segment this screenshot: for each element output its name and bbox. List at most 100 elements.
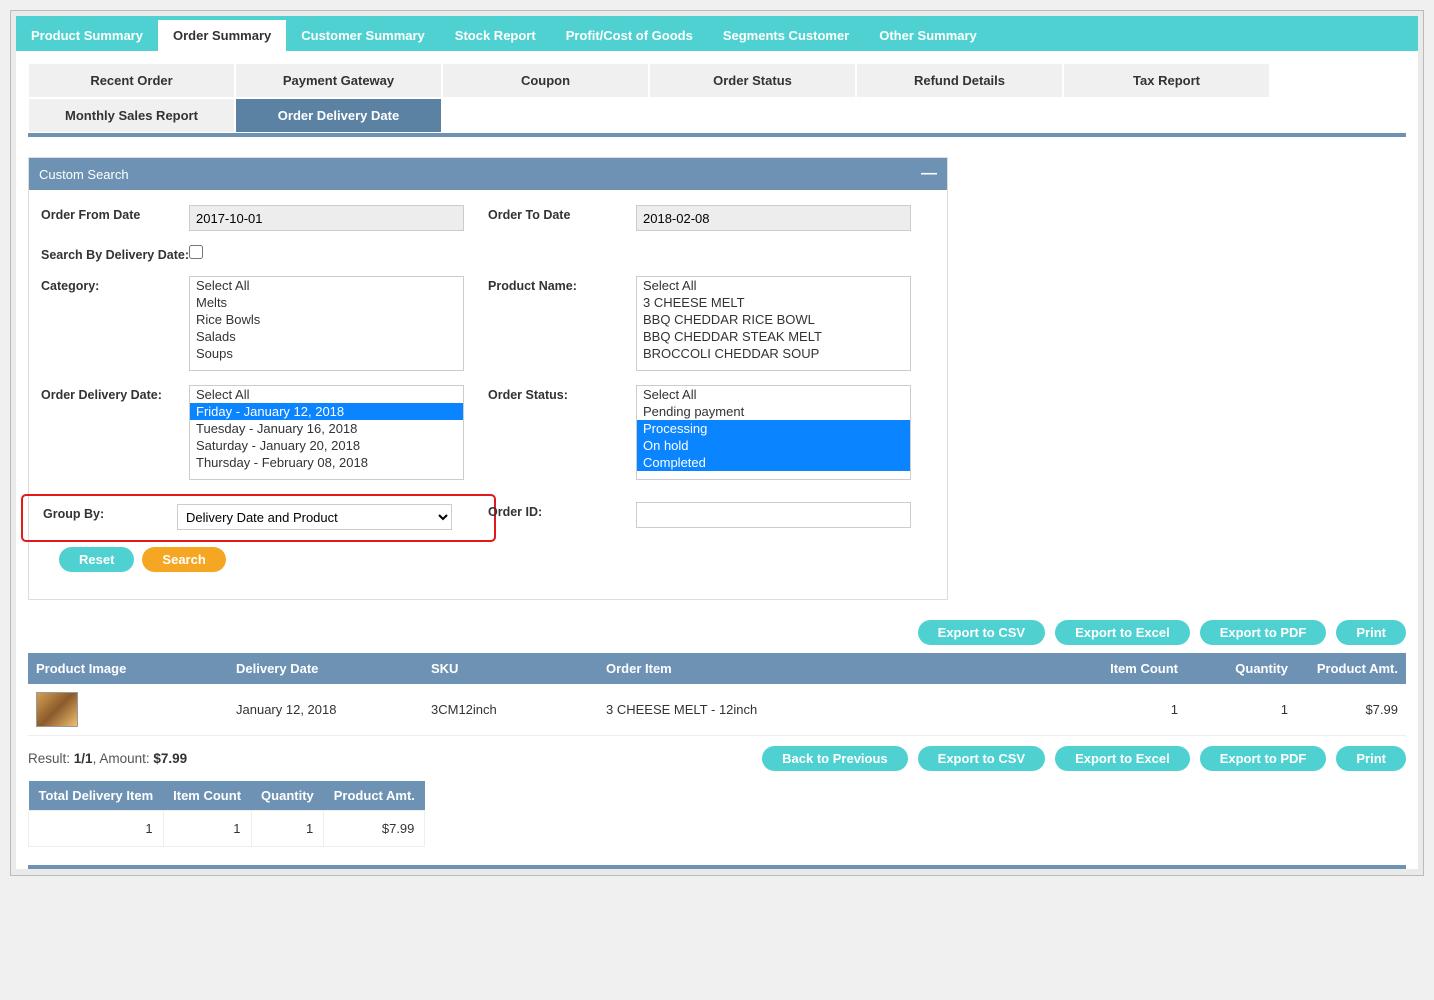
summary-wrap: Total Delivery Item Item Count Quantity …: [28, 781, 1406, 865]
print-button[interactable]: Print: [1336, 620, 1406, 645]
col-item-count[interactable]: Item Count: [1076, 653, 1186, 684]
list-option[interactable]: Select All: [637, 277, 910, 294]
top-tab-bar: Product Summary Order Summary Customer S…: [16, 20, 1418, 51]
collapse-icon[interactable]: —: [921, 165, 937, 183]
sum-col-delivery: Total Delivery Item: [29, 781, 164, 811]
col-order-item[interactable]: Order Item: [598, 653, 1076, 684]
subtab-order-delivery-date[interactable]: Order Delivery Date: [235, 98, 442, 133]
export-row-top: Export to CSV Export to Excel Export to …: [28, 610, 1406, 653]
export-csv-button-2[interactable]: Export to CSV: [918, 746, 1045, 771]
export-excel-button[interactable]: Export to Excel: [1055, 620, 1190, 645]
subtab-recent-order[interactable]: Recent Order: [28, 63, 235, 98]
input-to-date[interactable]: [636, 205, 911, 231]
tab-stock-report[interactable]: Stock Report: [440, 20, 551, 51]
col-delivery-date[interactable]: Delivery Date: [228, 653, 423, 684]
divider: [28, 133, 1406, 137]
col-image[interactable]: Product Image: [28, 653, 228, 684]
print-button-2[interactable]: Print: [1336, 746, 1406, 771]
tab-order-summary[interactable]: Order Summary: [158, 20, 286, 51]
input-order-id[interactable]: [636, 502, 911, 528]
col-quantity[interactable]: Quantity: [1186, 653, 1296, 684]
page-frame: Product Summary Order Summary Customer S…: [10, 10, 1424, 876]
list-option[interactable]: Melts: [190, 294, 463, 311]
list-option[interactable]: Salads: [190, 328, 463, 345]
product-thumb: [36, 692, 78, 727]
export-pdf-button[interactable]: Export to PDF: [1200, 620, 1327, 645]
search-header: Custom Search —: [29, 158, 947, 190]
sum-col-quantity: Quantity: [251, 781, 324, 811]
checkbox-by-delivery[interactable]: [189, 245, 203, 259]
list-option[interactable]: Select All: [190, 386, 463, 403]
label-to-date: Order To Date: [488, 205, 636, 231]
sum-val-delivery: 1: [29, 811, 164, 847]
list-option[interactable]: BROCCOLI CHEDDAR SOUP: [637, 345, 910, 362]
label-from-date: Order From Date: [41, 205, 189, 231]
list-option[interactable]: Saturday - January 20, 2018: [190, 437, 463, 454]
list-option[interactable]: Pending payment: [637, 403, 910, 420]
listbox-delivery-date[interactable]: Select AllFriday - January 12, 2018Tuesd…: [189, 385, 464, 480]
results-table: Product Image Delivery Date SKU Order It…: [28, 653, 1406, 736]
label-group-by: Group By:: [29, 504, 177, 530]
subtab-monthly-sales[interactable]: Monthly Sales Report: [28, 98, 235, 133]
subtab-coupon[interactable]: Coupon: [442, 63, 649, 98]
subtab-order-status[interactable]: Order Status: [649, 63, 856, 98]
list-option[interactable]: Completed: [637, 454, 910, 471]
list-option[interactable]: Friday - January 12, 2018: [190, 403, 463, 420]
list-option[interactable]: Rice Bowls: [190, 311, 463, 328]
label-by-delivery: Search By Delivery Date:: [41, 245, 189, 262]
subtab-payment-gateway[interactable]: Payment Gateway: [235, 63, 442, 98]
export-excel-button-2[interactable]: Export to Excel: [1055, 746, 1190, 771]
list-option[interactable]: Thursday - February 08, 2018: [190, 454, 463, 471]
select-group-by[interactable]: Delivery Date and Product: [177, 504, 452, 530]
label-category: Category:: [41, 276, 189, 371]
export-csv-button[interactable]: Export to CSV: [918, 620, 1045, 645]
tab-profit-cost[interactable]: Profit/Cost of Goods: [551, 20, 708, 51]
result-text: Result: 1/1, Amount: $7.99: [28, 751, 187, 766]
table-row: January 12, 2018 3CM12inch 3 CHEESE MELT…: [28, 684, 1406, 736]
cell-sku: 3CM12inch: [423, 684, 598, 736]
cell-amount: $7.99: [1296, 684, 1406, 736]
col-sku[interactable]: SKU: [423, 653, 598, 684]
subtab-tax-report[interactable]: Tax Report: [1063, 63, 1270, 98]
back-button[interactable]: Back to Previous: [762, 746, 908, 771]
list-option[interactable]: BBQ CHEDDAR RICE BOWL: [637, 311, 910, 328]
list-option[interactable]: Tuesday - January 16, 2018: [190, 420, 463, 437]
list-option[interactable]: 3 CHEESE MELT: [637, 294, 910, 311]
list-option[interactable]: Select All: [637, 386, 910, 403]
sum-col-amount: Product Amt.: [324, 781, 425, 811]
export-pdf-button-2[interactable]: Export to PDF: [1200, 746, 1327, 771]
reset-button[interactable]: Reset: [59, 547, 134, 572]
tab-segments[interactable]: Segments Customer: [708, 20, 864, 51]
sum-col-item-count: Item Count: [163, 781, 251, 811]
list-option[interactable]: Soups: [190, 345, 463, 362]
sum-val-amount: $7.99: [324, 811, 425, 847]
label-order-status: Order Status:: [488, 385, 636, 480]
sub-tab-bar: Recent Order Payment Gateway Coupon Orde…: [28, 63, 1406, 133]
subtab-refund-details[interactable]: Refund Details: [856, 63, 1063, 98]
tab-other[interactable]: Other Summary: [864, 20, 992, 51]
col-amount[interactable]: Product Amt.: [1296, 653, 1406, 684]
input-from-date[interactable]: [189, 205, 464, 231]
results-body: January 12, 2018 3CM12inch 3 CHEESE MELT…: [28, 684, 1406, 736]
listbox-category[interactable]: Select AllMeltsRice BowlsSaladsSoups: [189, 276, 464, 371]
cell-order-item: 3 CHEESE MELT - 12inch: [598, 684, 1076, 736]
listbox-order-status[interactable]: Select AllPending paymentProcessingOn ho…: [636, 385, 911, 480]
label-order-id: Order ID:: [488, 502, 636, 532]
list-option[interactable]: BBQ CHEDDAR STEAK MELT: [637, 328, 910, 345]
group-by-highlight: Group By: Delivery Date and Product: [21, 494, 496, 542]
listbox-product[interactable]: Select All3 CHEESE MELTBBQ CHEDDAR RICE …: [636, 276, 911, 371]
list-option[interactable]: Processing: [637, 420, 910, 437]
cell-quantity: 1: [1186, 684, 1296, 736]
bottom-divider: [28, 865, 1406, 869]
main-panel: Product Summary Order Summary Customer S…: [16, 16, 1418, 869]
list-option[interactable]: On hold: [637, 437, 910, 454]
search-button[interactable]: Search: [142, 547, 225, 572]
cell-item-count: 1: [1076, 684, 1186, 736]
cell-delivery-date: January 12, 2018: [228, 684, 423, 736]
label-product-name: Product Name:: [488, 276, 636, 371]
tab-customer-summary[interactable]: Customer Summary: [286, 20, 440, 51]
tab-product-summary[interactable]: Product Summary: [16, 20, 158, 51]
list-option[interactable]: Select All: [190, 277, 463, 294]
result-footer: Result: 1/1, Amount: $7.99 Back to Previ…: [28, 736, 1406, 781]
sum-val-item-count: 1: [163, 811, 251, 847]
